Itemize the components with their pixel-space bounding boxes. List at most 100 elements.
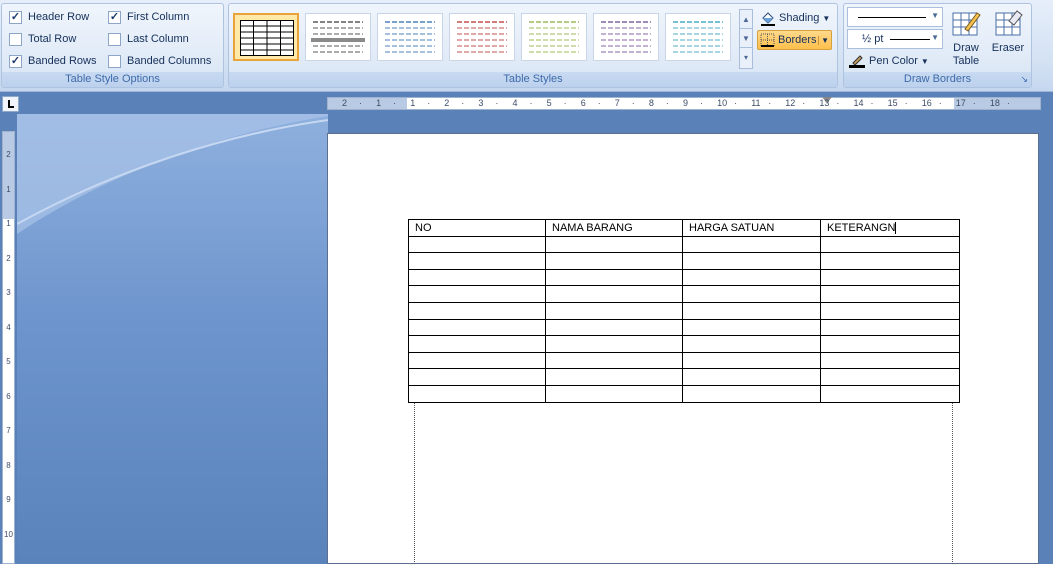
- shading-button[interactable]: Shading ▼: [758, 9, 832, 27]
- table-row[interactable]: [408, 335, 960, 353]
- table-cell[interactable]: [682, 252, 821, 270]
- table-cell[interactable]: HARGA SATUAN: [682, 219, 821, 237]
- table-row[interactable]: [408, 318, 960, 337]
- table-cell[interactable]: [408, 252, 546, 270]
- borders-button[interactable]: Borders ▼: [757, 30, 832, 50]
- table-cell[interactable]: [545, 368, 683, 386]
- gallery-scroll[interactable]: ▲ ▼ ▾: [739, 9, 753, 69]
- ruler-dot: ·: [563, 98, 567, 108]
- table-row[interactable]: [408, 384, 960, 403]
- table-style-swatch[interactable]: [377, 13, 443, 61]
- table-cell[interactable]: [682, 285, 821, 303]
- draw-borders-label: Draw Borders: [844, 72, 1031, 87]
- table-style-swatch[interactable]: [665, 13, 731, 61]
- table-cell[interactable]: [408, 268, 546, 287]
- table-style-options-group: ✓ Header Row Total Row ✓ Banded Rows ✓ Firs…: [1, 3, 224, 88]
- table-row[interactable]: [408, 268, 960, 287]
- scroll-up-icon[interactable]: ▲: [740, 10, 752, 29]
- tab-selector[interactable]: [2, 96, 19, 112]
- table-row[interactable]: [408, 285, 960, 303]
- table-cell[interactable]: NO: [408, 219, 546, 237]
- dialog-launcher-icon[interactable]: ↘: [1020, 74, 1028, 85]
- table-cell[interactable]: [545, 318, 683, 337]
- table-cell[interactable]: [820, 351, 960, 370]
- table-style-swatch[interactable]: [593, 13, 659, 61]
- eraser-button[interactable]: Eraser: [988, 9, 1028, 59]
- draw-table-button[interactable]: Draw Table: [948, 9, 984, 71]
- table-style-swatch[interactable]: [305, 13, 371, 61]
- last-column-checkbox[interactable]: Last Column: [108, 32, 189, 46]
- table-row[interactable]: [408, 351, 960, 370]
- ruler-tick-label: 9: [6, 495, 11, 504]
- banded-columns-checkbox[interactable]: Banded Columns: [108, 54, 211, 68]
- table-cell[interactable]: [682, 235, 821, 254]
- table-row[interactable]: [408, 235, 960, 254]
- ruler-dot: ·: [427, 98, 431, 108]
- table-cell[interactable]: [408, 351, 546, 370]
- table-style-swatch[interactable]: [521, 13, 587, 61]
- table-cell[interactable]: [545, 351, 683, 370]
- table-header-row[interactable]: NO NAMA BARANG HARGA SATUAN KETERANGN: [408, 219, 960, 237]
- total-row-checkbox[interactable]: Total Row: [9, 32, 76, 46]
- table-cell[interactable]: [682, 351, 821, 370]
- table-cell[interactable]: [820, 252, 960, 270]
- first-column-label: First Column: [127, 11, 190, 23]
- table-cell[interactable]: [820, 384, 960, 403]
- table-cell[interactable]: [820, 335, 960, 353]
- table-cell[interactable]: [408, 301, 546, 320]
- table-style-swatch[interactable]: [233, 13, 299, 61]
- table-cell[interactable]: KETERANGN: [820, 219, 960, 237]
- table-cell[interactable]: [682, 301, 821, 320]
- table-cell[interactable]: [545, 252, 683, 270]
- table-cell[interactable]: [682, 368, 821, 386]
- table-cell[interactable]: [545, 335, 683, 353]
- table-cell[interactable]: [820, 368, 960, 386]
- document-table[interactable]: NO NAMA BARANG HARGA SATUAN KETERANGN: [408, 219, 960, 403]
- table-cell[interactable]: [820, 301, 960, 320]
- header-cell-harga-satuan: HARGA SATUAN: [689, 221, 775, 234]
- chevron-down-icon[interactable]: ▼: [818, 35, 829, 45]
- ruler-tick-label: 2: [444, 98, 450, 108]
- table-cell[interactable]: [545, 384, 683, 403]
- table-cell[interactable]: [408, 384, 546, 403]
- scroll-down-icon[interactable]: ▼: [740, 29, 752, 48]
- first-column-checkbox[interactable]: ✓ First Column: [108, 10, 189, 24]
- borders-icon: [760, 33, 775, 47]
- ruler-dot: ·: [631, 98, 635, 108]
- vertical-ruler[interactable]: 2 1 1 2 3 4 5 6 7 8 9 10: [2, 131, 15, 564]
- table-cell[interactable]: [820, 285, 960, 303]
- ruler-dot: ·: [938, 98, 942, 108]
- banded-rows-checkbox[interactable]: ✓ Banded Rows: [9, 54, 97, 68]
- table-cell[interactable]: [545, 235, 683, 254]
- gallery-more-icon[interactable]: ▾: [740, 48, 752, 67]
- table-cell[interactable]: [682, 384, 821, 403]
- table-cell[interactable]: [408, 318, 546, 337]
- line-style-dropdown[interactable]: ▼: [847, 7, 943, 27]
- table-cell[interactable]: [682, 318, 821, 337]
- ruler-dot: ·: [495, 98, 499, 108]
- chevron-down-icon: ▼: [931, 11, 939, 20]
- table-row[interactable]: [408, 301, 960, 320]
- table-cell[interactable]: [545, 301, 683, 320]
- table-cell[interactable]: [682, 268, 821, 287]
- table-cell[interactable]: [820, 235, 960, 254]
- pen-color-button[interactable]: Pen Color ▼: [849, 53, 929, 69]
- table-cell[interactable]: [545, 268, 683, 287]
- ruler-tick-label: 5: [6, 357, 11, 366]
- table-cell[interactable]: [682, 335, 821, 353]
- table-cell[interactable]: [820, 268, 960, 287]
- table-cell[interactable]: [820, 318, 960, 337]
- table-cell[interactable]: [408, 235, 546, 254]
- table-cell[interactable]: [545, 285, 683, 303]
- table-cell[interactable]: NAMA BARANG: [545, 219, 683, 237]
- ruler-dot: ·: [700, 98, 703, 108]
- horizontal-ruler[interactable]: 2 · 1 · 1 · 2 · 3 · 4 · 5 · 6 · 7 · 8 · 9 · 10 · 11 · 12 · 13 · 14 · 15 ·…: [327, 97, 1041, 110]
- table-cell[interactable]: [408, 368, 546, 386]
- table-cell[interactable]: [408, 335, 546, 353]
- table-row[interactable]: [408, 368, 960, 386]
- table-style-swatch[interactable]: [449, 13, 515, 61]
- header-row-checkbox[interactable]: ✓ Header Row: [9, 10, 89, 24]
- table-cell[interactable]: [408, 285, 546, 303]
- line-weight-dropdown[interactable]: ½ pt ▼: [847, 29, 943, 49]
- table-row[interactable]: [408, 252, 960, 270]
